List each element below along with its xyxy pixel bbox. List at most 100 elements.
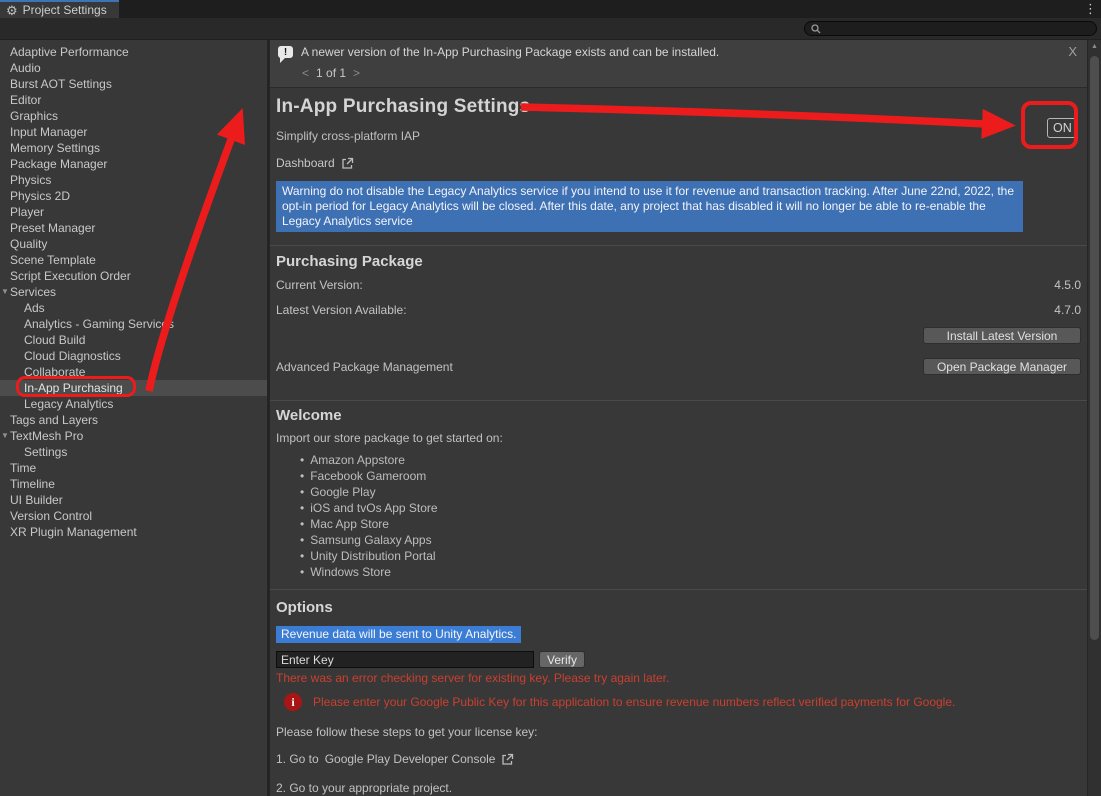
toolbar	[0, 18, 1101, 40]
section-divider	[270, 245, 1087, 246]
sidebar-item-scene-template[interactable]: Scene Template	[0, 252, 267, 268]
sidebar-item-editor[interactable]: Editor	[0, 92, 267, 108]
bullet-icon: •	[300, 533, 304, 547]
sidebar-item-input-manager[interactable]: Input Manager	[0, 124, 267, 140]
search-icon	[811, 24, 821, 34]
search-field[interactable]	[804, 21, 1097, 36]
sidebar-item-textmesh-pro[interactable]: ▼ TextMesh Pro	[0, 428, 267, 444]
sidebar-item-audio[interactable]: Audio	[0, 60, 267, 76]
section-divider	[270, 400, 1087, 401]
store-list: •Amazon Appstore •Facebook Gameroom •Goo…	[276, 452, 1081, 580]
pager-prev-icon[interactable]: <	[302, 66, 309, 80]
sidebar-item-graphics[interactable]: Graphics	[0, 108, 267, 124]
store-list-item: •Unity Distribution Portal	[300, 548, 1081, 564]
sidebar-item-time[interactable]: Time	[0, 460, 267, 476]
pager-label: 1 of 1	[316, 66, 346, 80]
sidebar-item-analytics-gaming-services[interactable]: Analytics - Gaming Services	[0, 316, 267, 332]
service-on-toggle[interactable]: ON	[1047, 118, 1078, 138]
sidebar-item-burst-aot-settings[interactable]: Burst AOT Settings	[0, 76, 267, 92]
options-heading: Options	[276, 599, 1081, 617]
sidebar-item-adaptive-performance[interactable]: Adaptive Performance	[0, 44, 267, 60]
store-list-item: •Mac App Store	[300, 516, 1081, 532]
advanced-package-label: Advanced Package Management	[276, 360, 453, 374]
close-icon[interactable]: X	[1068, 44, 1077, 59]
store-list-item: •Facebook Gameroom	[300, 468, 1081, 484]
current-version-value: 4.5.0	[1054, 279, 1081, 292]
settings-sidebar: Adaptive Performance Audio Burst AOT Set…	[0, 40, 267, 796]
bullet-icon: •	[300, 501, 304, 515]
sidebar-item-physics-2d[interactable]: Physics 2D	[0, 188, 267, 204]
subtitle: Simplify cross-platform IAP	[276, 129, 1081, 143]
step-2-text: 2. Go to your appropriate project.	[276, 782, 1081, 795]
scrollbar-thumb[interactable]	[1090, 56, 1099, 640]
store-list-item: •Windows Store	[300, 564, 1081, 580]
welcome-heading: Welcome	[276, 407, 1081, 425]
sidebar-item-in-app-purchasing[interactable]: In-App Purchasing	[0, 380, 267, 396]
latest-version-row: Latest Version Available: 4.7.0	[276, 304, 1081, 317]
latest-version-value: 4.7.0	[1054, 304, 1081, 317]
install-latest-version-button[interactable]: Install Latest Version	[923, 327, 1081, 344]
sidebar-item-version-control[interactable]: Version Control	[0, 508, 267, 524]
google-key-warning-text: Please enter your Google Public Key for …	[313, 696, 955, 709]
sidebar-item-package-manager[interactable]: Package Manager	[0, 156, 267, 172]
steps-intro: Please follow these steps to get your li…	[276, 726, 1081, 739]
current-version-label: Current Version:	[276, 279, 363, 292]
page-title: In-App Purchasing Settings	[276, 96, 1081, 118]
sidebar-item-legacy-analytics[interactable]: Legacy Analytics	[0, 396, 267, 412]
sidebar-item-memory-settings[interactable]: Memory Settings	[0, 140, 267, 156]
sidebar-item-physics[interactable]: Physics	[0, 172, 267, 188]
license-key-input[interactable]	[276, 651, 534, 668]
sidebar-item-quality[interactable]: Quality	[0, 236, 267, 252]
disclosure-triangle-icon[interactable]: ▼	[1, 428, 9, 444]
tab-title: Project Settings	[23, 3, 107, 17]
step-1-prefix: 1. Go to	[276, 752, 319, 766]
search-input[interactable]	[825, 23, 1090, 35]
bullet-icon: •	[300, 469, 304, 483]
dashboard-link[interactable]: Dashboard	[276, 156, 354, 170]
store-list-item: •iOS and tvOs App Store	[300, 500, 1081, 516]
bullet-icon: •	[300, 485, 304, 499]
sidebar-item-xr-plugin-management[interactable]: XR Plugin Management	[0, 524, 267, 540]
gear-icon: ⚙	[6, 4, 18, 17]
sidebar-item-ui-builder[interactable]: UI Builder	[0, 492, 267, 508]
pager-next-icon[interactable]: >	[353, 66, 360, 80]
sidebar-item-cloud-build[interactable]: Cloud Build	[0, 332, 267, 348]
sidebar-item-script-execution-order[interactable]: Script Execution Order	[0, 268, 267, 284]
bullet-icon: •	[300, 565, 304, 579]
sidebar-item-textmesh-settings[interactable]: Settings	[0, 444, 267, 460]
purchasing-package-heading: Purchasing Package	[276, 253, 1081, 271]
main-panel: ! A newer version of the In-App Purchasi…	[270, 40, 1087, 796]
sidebar-item-services[interactable]: ▼ Services	[0, 284, 267, 300]
latest-version-label: Latest Version Available:	[276, 304, 407, 317]
sidebar-item-tags-and-layers[interactable]: Tags and Layers	[0, 412, 267, 428]
vertical-scrollbar: ▲	[1087, 40, 1101, 796]
advanced-package-row: Advanced Package Management Open Package…	[276, 358, 1081, 375]
store-list-item: •Amazon Appstore	[300, 452, 1081, 468]
welcome-intro: Import our store package to get started …	[276, 432, 1081, 445]
sidebar-item-ads[interactable]: Ads	[0, 300, 267, 316]
open-package-manager-button[interactable]: Open Package Manager	[923, 358, 1081, 375]
sidebar-item-player[interactable]: Player	[0, 204, 267, 220]
tab-strip: ⚙ Project Settings ⋮	[0, 0, 1101, 18]
project-settings-window: ⚙ Project Settings ⋮ Adaptive Performanc…	[0, 0, 1101, 796]
external-link-icon	[341, 157, 354, 170]
tab-project-settings[interactable]: ⚙ Project Settings	[0, 0, 119, 18]
bullet-icon: •	[300, 549, 304, 563]
sidebar-item-cloud-diagnostics[interactable]: Cloud Diagnostics	[0, 348, 267, 364]
notification-message: A newer version of the In-App Purchasing…	[301, 45, 719, 59]
info-icon: i	[284, 693, 302, 711]
current-version-row: Current Version: 4.5.0	[276, 279, 1081, 292]
sidebar-item-timeline[interactable]: Timeline	[0, 476, 267, 492]
sidebar-item-preset-manager[interactable]: Preset Manager	[0, 220, 267, 236]
notification-pager: < 1 of 1 >	[302, 66, 1079, 80]
google-play-console-link[interactable]: Google Play Developer Console	[325, 752, 496, 766]
analytics-notice: Revenue data will be sent to Unity Analy…	[276, 626, 521, 643]
scroll-up-icon[interactable]: ▲	[1088, 43, 1101, 50]
verify-button[interactable]: Verify	[539, 651, 585, 668]
legacy-analytics-warning: Warning do not disable the Legacy Analyt…	[276, 181, 1023, 232]
disclosure-triangle-icon[interactable]: ▼	[1, 284, 9, 300]
sidebar-item-collaborate[interactable]: Collaborate	[0, 364, 267, 380]
bullet-icon: •	[300, 453, 304, 467]
kebab-menu-icon[interactable]: ⋮	[1084, 1, 1097, 17]
bullet-icon: •	[300, 517, 304, 531]
